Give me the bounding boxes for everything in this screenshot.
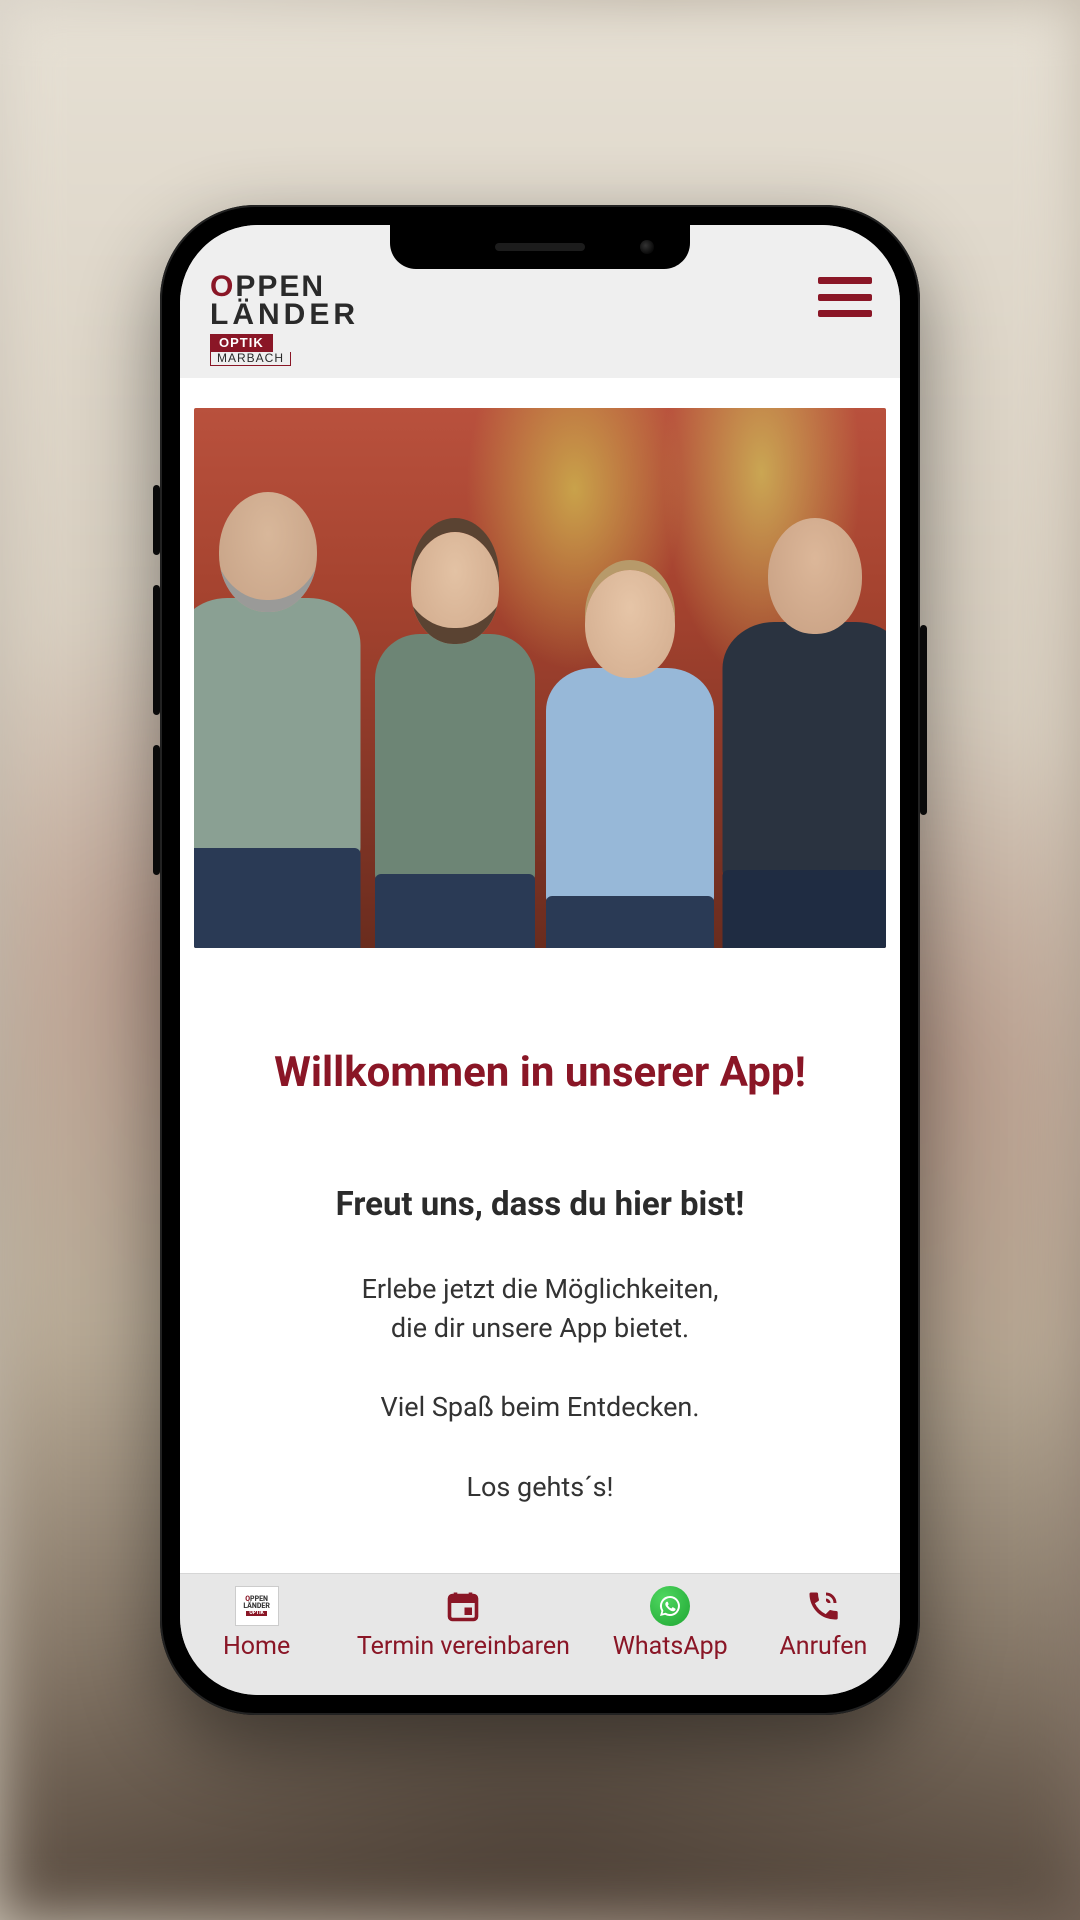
team-member-2: [368, 488, 543, 948]
brand-logo[interactable]: O PPEN LÄNDER OPTIK MARBACH: [210, 273, 359, 366]
bottom-nav: OPPENLÄNDEROPTIK Home Termin vereinbaren: [180, 1573, 900, 1695]
logo-sublabel: MARBACH: [210, 352, 291, 366]
nav-call[interactable]: Anrufen: [747, 1586, 900, 1661]
menu-button[interactable]: [818, 277, 872, 317]
welcome-subtitle: Freut uns, dass du hier bist!: [208, 1185, 872, 1224]
logo-badge: OPTIK: [210, 334, 273, 352]
power-button: [920, 625, 927, 815]
volume-up-button: [153, 585, 160, 715]
team-member-1: [194, 468, 368, 948]
logo-line1-rest: PPEN: [235, 273, 325, 301]
nav-home-label: Home: [223, 1632, 290, 1661]
speaker-grille: [495, 243, 585, 251]
home-logo-icon: OPPENLÄNDEROPTIK: [235, 1586, 279, 1626]
whatsapp-icon: [650, 1586, 690, 1626]
team-member-3: [543, 508, 718, 948]
hamburger-icon: [818, 277, 872, 284]
notch: [390, 225, 690, 269]
front-camera: [640, 240, 654, 254]
mute-switch: [153, 485, 160, 555]
nav-call-label: Anrufen: [779, 1632, 867, 1661]
welcome-section: Willkommen in unserer App! Freut uns, da…: [180, 1048, 900, 1507]
nav-whatsapp[interactable]: WhatsApp: [594, 1586, 747, 1661]
nav-appointment[interactable]: Termin vereinbaren: [333, 1586, 593, 1661]
team-photo: [194, 408, 886, 948]
main-content[interactable]: Willkommen in unserer App! Freut uns, da…: [180, 378, 900, 1573]
welcome-title: Willkommen in unserer App!: [208, 1048, 872, 1097]
nav-whatsapp-label: WhatsApp: [613, 1632, 728, 1661]
phone-icon: [805, 1586, 841, 1626]
phone-frame: O PPEN LÄNDER OPTIK MARBACH: [160, 205, 920, 1715]
logo-line2: LÄNDER: [210, 301, 359, 329]
nav-appointment-label: Termin vereinbaren: [357, 1632, 570, 1661]
welcome-paragraph-1: Erlebe jetzt die Möglichkeiten, die dir …: [208, 1270, 872, 1348]
welcome-paragraph-3: Los gehts´s!: [208, 1468, 872, 1507]
nav-home[interactable]: OPPENLÄNDEROPTIK Home: [180, 1586, 333, 1661]
logo-letter-o: O: [210, 273, 235, 301]
team-member-4: [718, 478, 887, 948]
welcome-paragraph-2: Viel Spaß beim Entdecken.: [208, 1388, 872, 1427]
volume-down-button: [153, 745, 160, 875]
phone-screen: O PPEN LÄNDER OPTIK MARBACH: [180, 225, 900, 1695]
calendar-icon: [445, 1586, 481, 1626]
